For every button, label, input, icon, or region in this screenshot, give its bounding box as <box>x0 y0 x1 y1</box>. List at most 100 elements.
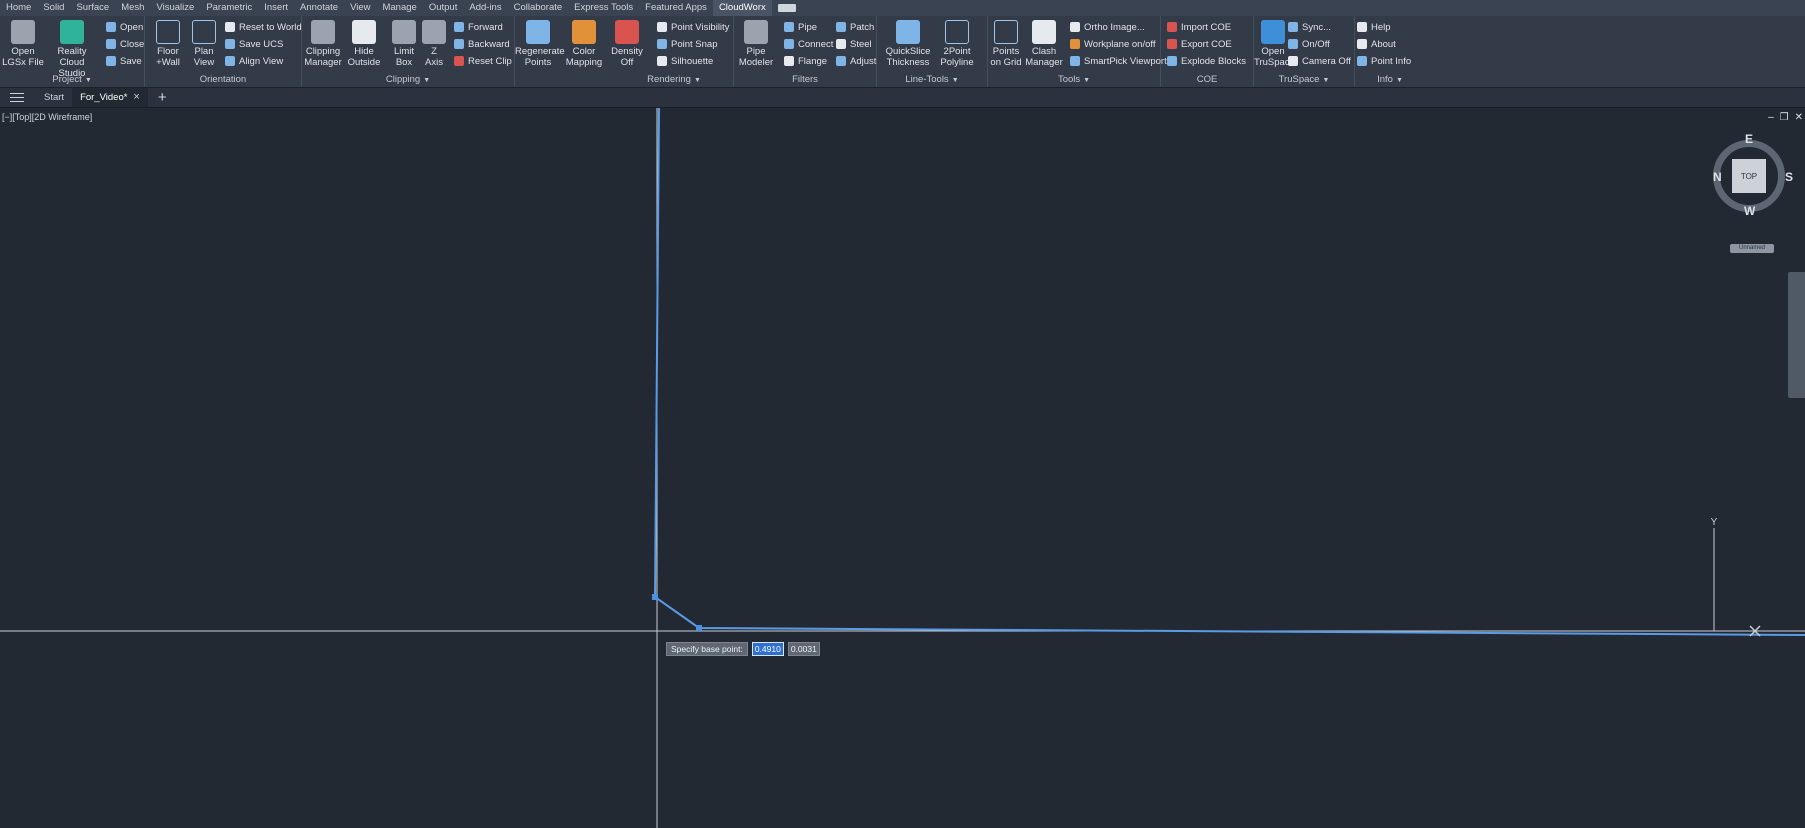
tab-start[interactable]: Start <box>36 88 72 107</box>
patch-label: Patch <box>850 21 875 33</box>
quickslice-thickness-button[interactable]: QuickSlice Thickness <box>883 18 933 68</box>
point-snap-button[interactable]: Point Snap <box>657 36 717 52</box>
hamburger-menu-icon[interactable] <box>10 90 24 105</box>
polyline-vertex[interactable] <box>652 594 658 600</box>
silhouette-label: Silhouette <box>671 55 714 67</box>
polyline-vertex[interactable] <box>696 625 702 631</box>
panel-title-project[interactable]: Project ▼ <box>0 74 144 85</box>
navigation-bar[interactable] <box>1788 272 1805 398</box>
drawing-viewport[interactable]: [−][Top][2D Wireframe] – ❐ ✕ Y TOP N S E… <box>0 108 1805 828</box>
density-off-button[interactable]: Density Off <box>607 18 647 68</box>
ucs-menu-badge[interactable]: Unnamed <box>1730 244 1774 253</box>
color-mapping-button[interactable]: Color Mapping <box>563 18 605 68</box>
ribbon-tab-add-ins[interactable]: Add-ins <box>463 0 507 16</box>
points-on-grid-button[interactable]: Points on Grid <box>988 18 1024 68</box>
pipe-modeler-button[interactable]: Pipe Modeler <box>734 18 778 68</box>
truspace-on-off-button[interactable]: On/Off <box>1288 36 1330 52</box>
hide-outside-label: Hide Outside <box>347 46 381 68</box>
filter-adjust-button[interactable]: Adjust <box>836 53 876 69</box>
project-save-button[interactable]: Save <box>106 53 142 69</box>
ribbon-tab-annotate[interactable]: Annotate <box>294 0 344 16</box>
ribbon-tab-surface[interactable]: Surface <box>70 0 115 16</box>
tab-for-video[interactable]: For_Video* × <box>72 88 148 107</box>
viewcube[interactable]: TOP N S E W <box>1711 132 1795 222</box>
align-view-button[interactable]: Align View <box>225 53 283 69</box>
ribbon-tab-collaborate[interactable]: Collaborate <box>508 0 569 16</box>
clip-forward-button[interactable]: Forward <box>454 19 503 35</box>
save-ucs-button[interactable]: Save UCS <box>225 36 283 52</box>
help-button[interactable]: Help <box>1357 19 1391 35</box>
reset-to-world-button[interactable]: Reset to World <box>225 19 302 35</box>
filter-steel-button[interactable]: Steel <box>836 36 872 52</box>
ribbon-tab-cloudworx[interactable]: CloudWorx <box>712 0 772 16</box>
workplane-toggle-button[interactable]: Workplane on/off <box>1070 36 1155 52</box>
pipe-label: Pipe <box>798 21 818 33</box>
filter-flange-button[interactable]: Flange <box>784 53 827 69</box>
camera-off-button[interactable]: Camera Off <box>1288 53 1351 69</box>
backward-icon <box>454 39 464 49</box>
point-cloud-polyline[interactable] <box>653 108 1805 636</box>
open-truspace-button[interactable]: Open TruSpace <box>1254 18 1295 68</box>
clipping-manager-button[interactable]: Clipping Manager <box>302 18 344 68</box>
hide-outside-button[interactable]: Hide Outside <box>344 18 384 68</box>
silhouette-button[interactable]: Silhouette <box>657 53 713 69</box>
twopoint-polyline-button[interactable]: 2Point Polyline <box>935 18 979 68</box>
ribbon-tab-visualize[interactable]: Visualize <box>150 0 200 16</box>
viewcube-top-face[interactable]: TOP <box>1732 159 1766 193</box>
clash-manager-button[interactable]: Clash Manager <box>1024 18 1064 68</box>
ribbon-tab-featured-apps[interactable]: Featured Apps <box>639 0 713 16</box>
ribbon-tab-parametric[interactable]: Parametric <box>200 0 258 16</box>
point-info-button[interactable]: Point Info <box>1357 53 1411 69</box>
sync-label: Sync... <box>1302 21 1332 33</box>
ribbon-tab-manage[interactable]: Manage <box>376 0 422 16</box>
panel-title-truspace[interactable]: TruSpace ▼ <box>1254 74 1354 85</box>
import-coe-button[interactable]: Import COE <box>1167 19 1231 35</box>
compass-west[interactable]: W <box>1744 204 1755 218</box>
ribbon-tab-home[interactable]: Home <box>0 0 37 16</box>
about-label: About <box>1371 38 1396 50</box>
panel-title-line-tools[interactable]: Line-Tools ▼ <box>877 74 987 85</box>
about-button[interactable]: About <box>1357 36 1396 52</box>
smartpick-viewport-button[interactable]: SmartPick Viewport <box>1070 53 1167 69</box>
reality-cloud-studio-button[interactable]: Reality Cloud Studio <box>44 18 100 79</box>
filter-patch-button[interactable]: Patch <box>836 19 874 35</box>
point-visibility-button[interactable]: Point Visibility <box>657 19 729 35</box>
ribbon-tab-mesh[interactable]: Mesh <box>115 0 150 16</box>
explode-blocks-button[interactable]: Explode Blocks <box>1167 53 1246 69</box>
filter-pipe-button[interactable]: Pipe <box>784 19 817 35</box>
project-open-button[interactable]: Open <box>106 19 143 35</box>
on-off-icon <box>1288 39 1298 49</box>
ribbon-tab-output[interactable]: Output <box>423 0 464 16</box>
ribbon-tab-express-tools[interactable]: Express Tools <box>568 0 639 16</box>
color-mapping-icon <box>572 20 596 44</box>
panel-title-info[interactable]: Info ▼ <box>1355 74 1425 85</box>
import-coe-label: Import COE <box>1181 21 1232 33</box>
clip-backward-button[interactable]: Backward <box>454 36 510 52</box>
ribbon-tab-insert[interactable]: Insert <box>258 0 294 16</box>
plan-view-button[interactable]: Plan View <box>181 18 227 68</box>
open-lgsx-button[interactable]: Open LGSx File <box>0 18 46 68</box>
ribbon-tab-view[interactable]: View <box>344 0 376 16</box>
export-coe-button[interactable]: Export COE <box>1167 36 1232 52</box>
compass-south[interactable]: S <box>1785 170 1793 184</box>
y-coordinate-input[interactable]: 0.0031 <box>787 642 820 656</box>
ribbon-overflow-icon[interactable] <box>777 4 796 12</box>
truspace-sync-button[interactable]: Sync... <box>1288 19 1331 35</box>
reset-clip-button[interactable]: Reset Clip <box>454 53 512 69</box>
close-tab-icon[interactable]: × <box>133 88 139 107</box>
adjust-label: Adjust <box>850 55 877 67</box>
ribbon-tab-solid[interactable]: Solid <box>37 0 70 16</box>
compass-north[interactable]: N <box>1713 170 1722 184</box>
z-axis-button[interactable]: Z Axis <box>416 18 452 68</box>
ortho-image-button[interactable]: Ortho Image... <box>1070 19 1145 35</box>
panel-title-rendering[interactable]: Rendering ▼ <box>615 74 733 85</box>
regenerate-points-button[interactable]: Regenerate Points <box>515 18 565 68</box>
color-mapping-label: Color Mapping <box>565 46 603 68</box>
filter-connect-button[interactable]: Connect <box>784 36 833 52</box>
panel-title-clipping[interactable]: Clipping ▼ <box>302 74 514 85</box>
project-close-button[interactable]: Close <box>106 36 144 52</box>
new-tab-plus-icon[interactable]: + <box>158 88 167 107</box>
x-coordinate-input[interactable]: 0.4910 <box>751 642 784 656</box>
panel-title-tools[interactable]: Tools ▼ <box>988 74 1160 85</box>
compass-east[interactable]: E <box>1745 132 1753 146</box>
